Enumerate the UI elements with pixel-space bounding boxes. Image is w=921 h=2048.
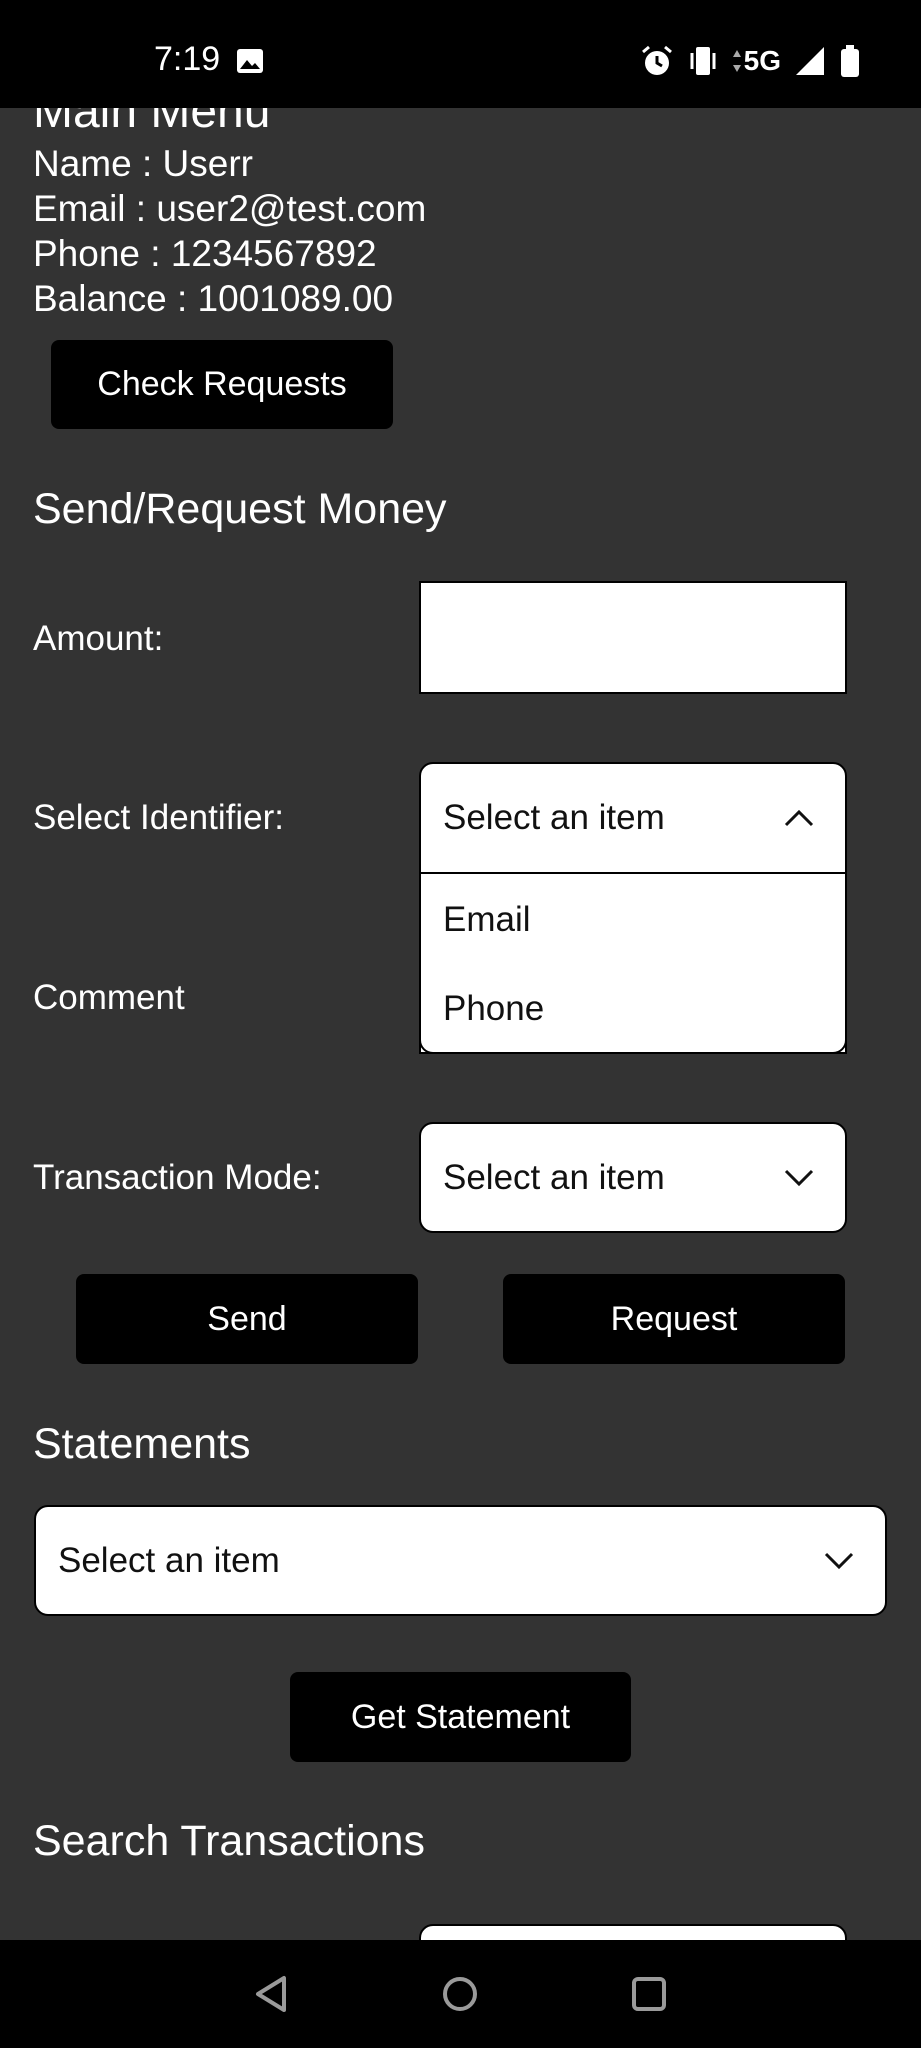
amount-input[interactable] — [419, 581, 847, 694]
transaction-mode-label: Transaction Mode: — [33, 1158, 322, 1197]
battery-icon — [841, 45, 859, 77]
option-phone[interactable]: Phone — [443, 988, 544, 1030]
user-name: Name : Userr — [33, 143, 253, 184]
comment-label: Comment — [33, 978, 185, 1017]
chevron-up-icon — [784, 809, 814, 827]
user-balance: Balance : 1001089.00 — [33, 278, 394, 319]
check-requests-button[interactable]: Check Requests — [51, 340, 393, 429]
transaction-mode-select[interactable]: Select an item — [419, 1122, 847, 1233]
get-statement-button[interactable]: Get Statement — [290, 1672, 631, 1762]
image-icon — [237, 49, 263, 73]
status-icons: 5G — [640, 42, 861, 80]
search-transactions-title: Search Transactions — [33, 1817, 425, 1865]
statements-placeholder: Select an item — [58, 1540, 280, 1580]
main-content[interactable]: Main Menu Name : Userr Email : user2@tes… — [0, 0, 921, 1940]
back-icon[interactable] — [252, 1974, 292, 2014]
transaction-mode-placeholder: Select an item — [443, 1157, 665, 1197]
chevron-down-icon — [824, 1552, 854, 1569]
search-field-partial[interactable] — [419, 1924, 847, 1940]
home-icon[interactable] — [440, 1974, 480, 2014]
user-phone: Phone : 1234567892 — [33, 233, 377, 274]
option-email[interactable]: Email — [443, 899, 531, 941]
identifier-dropdown[interactable]: Select an item Email Phone — [419, 762, 847, 1054]
send-request-title: Send/Request Money — [33, 485, 447, 533]
chevron-down-icon — [784, 1169, 814, 1186]
statements-title: Statements — [33, 1420, 251, 1468]
request-button[interactable]: Request — [503, 1274, 845, 1364]
vibrate-icon — [690, 47, 716, 75]
user-email: Email : user2@test.com — [33, 188, 427, 229]
recents-icon[interactable] — [629, 1974, 669, 2014]
navigation-bar — [0, 1940, 921, 2048]
identifier-placeholder: Select an item — [443, 798, 665, 837]
identifier-label: Select Identifier: — [33, 798, 284, 837]
status-time: 7:19 — [154, 40, 221, 78]
signal-icon — [796, 47, 824, 75]
network-label: 5G — [743, 45, 781, 76]
status-bar: 7:19 5G — [0, 0, 921, 108]
data-arrows-icon — [732, 50, 741, 72]
alarm-icon — [641, 45, 672, 75]
identifier-select[interactable]: Select an item — [421, 764, 845, 874]
statements-select[interactable]: Select an item — [34, 1505, 887, 1616]
send-button[interactable]: Send — [76, 1274, 418, 1364]
amount-label: Amount: — [33, 619, 164, 658]
